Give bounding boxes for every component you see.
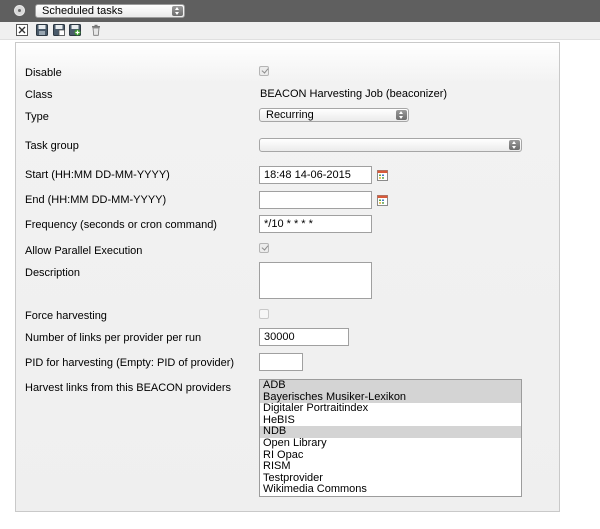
list-item-label: RISM [263, 460, 291, 473]
force-checkbox[interactable] [259, 309, 269, 319]
list-item-label: Bayerisches Musiker-Lexikon [263, 390, 407, 403]
description-textarea[interactable] [259, 262, 372, 299]
disable-label: Disable [25, 67, 62, 79]
providers-label: Harvest links from this BEACON providers [25, 382, 231, 394]
list-item-label: Testprovider [263, 471, 323, 484]
task-group-label: Task group [25, 140, 79, 152]
type-label: Type [25, 111, 49, 123]
calendar-icon[interactable] [377, 195, 388, 206]
module-select[interactable]: Scheduled tasks [35, 4, 185, 18]
module-select-value: Scheduled tasks [42, 5, 123, 17]
list-item-label: Wikimedia Commons [263, 483, 367, 496]
links-per-run-input[interactable] [259, 328, 349, 346]
type-select-value: Recurring [266, 109, 314, 121]
select-arrows-icon [172, 6, 183, 16]
frequency-input[interactable] [259, 215, 372, 233]
description-label: Description [25, 267, 81, 279]
list-item-label: ADB [263, 379, 286, 391]
start-label: Start (HH:MM DD-MM-YYYY) [25, 169, 170, 181]
close-icon[interactable] [16, 24, 28, 36]
type-select[interactable]: Recurring [259, 108, 409, 122]
list-item-label: RI Opac [263, 448, 304, 461]
pid-input[interactable] [259, 353, 303, 371]
trash-icon[interactable] [90, 24, 102, 36]
save-icon[interactable] [36, 24, 48, 36]
parallel-checkbox[interactable] [259, 243, 269, 253]
select-arrows-icon [396, 110, 407, 120]
links-per-run-label: Number of links per provider per run [25, 332, 202, 344]
list-item[interactable]: RI Opac [260, 448, 521, 462]
force-label: Force harvesting [25, 310, 107, 322]
list-item[interactable]: Digitaler Portraitindex [260, 402, 521, 415]
list-item-label: HeBIS [263, 413, 295, 426]
list-item-label: Open Library [263, 436, 327, 449]
save-copy-icon[interactable] [53, 24, 65, 36]
class-label: Class [25, 89, 53, 101]
menu-circle-icon[interactable] [14, 5, 25, 16]
toolbar [0, 22, 600, 40]
top-bar: Scheduled tasks [0, 0, 600, 22]
pid-label: PID for harvesting (Empty: PID of provid… [25, 357, 235, 369]
start-input[interactable] [259, 166, 372, 184]
task-group-select[interactable] [259, 138, 522, 152]
list-item-label: Digitaler Portraitindex [263, 402, 369, 415]
parallel-label: Allow Parallel Execution [25, 245, 143, 257]
list-item[interactable]: Wikimedia Commons [260, 484, 521, 496]
calendar-icon[interactable] [377, 170, 388, 181]
list-item-label: NDB [263, 425, 287, 438]
select-arrows-icon [509, 140, 520, 150]
end-label: End (HH:MM DD-MM-YYYY) [25, 194, 167, 206]
save-new-icon[interactable] [69, 24, 81, 36]
providers-listbox[interactable]: ADB Bayerisches Musiker-Lexikon Digitale… [259, 379, 522, 497]
frequency-label: Frequency (seconds or cron command) [25, 219, 217, 231]
class-value: BEACON Harvesting Job (beaconizer) [260, 88, 448, 100]
end-input[interactable] [259, 191, 372, 209]
list-item[interactable]: HeBIS [260, 413, 521, 427]
disable-checkbox[interactable] [259, 66, 269, 76]
